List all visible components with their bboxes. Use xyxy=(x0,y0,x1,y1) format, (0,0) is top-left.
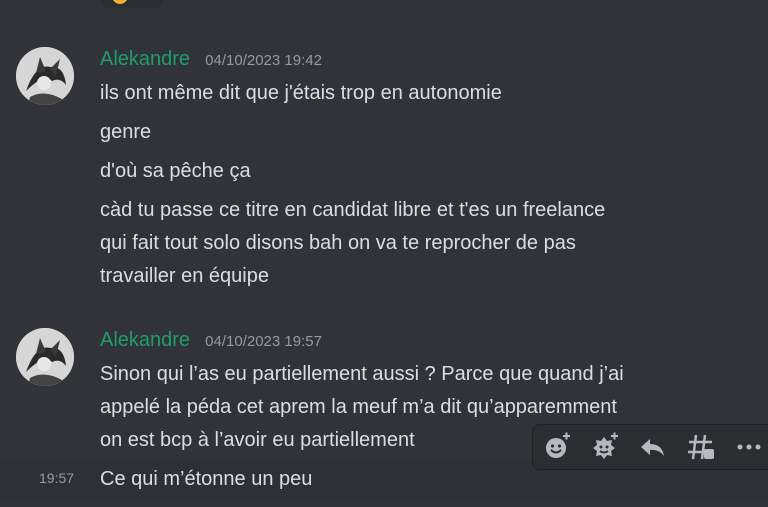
add-reaction-icon xyxy=(546,432,570,458)
emoji-icon xyxy=(112,0,128,4)
message-text: Sinon qui l’as eu partiellement aussi ? … xyxy=(100,363,624,385)
reply-icon xyxy=(641,439,664,456)
add-reaction-button[interactable] xyxy=(533,425,581,469)
avatar-image xyxy=(16,328,74,386)
message-text: d'où sa pêche ça xyxy=(100,160,251,182)
message-header: Alekandre 04/10/2023 19:42 xyxy=(100,48,322,71)
create-thread-button[interactable] xyxy=(677,425,725,469)
timestamp[interactable]: 04/10/2023 19:57 xyxy=(205,333,322,350)
message-actions-toolbar xyxy=(532,424,768,470)
message-text: càd tu passe ce titre en candidat libre … xyxy=(100,199,606,221)
more-options-icon xyxy=(737,444,761,450)
avatar-image xyxy=(16,47,74,105)
message-text: on est bcp à l’avoir eu partiellement xyxy=(100,429,415,451)
reaction-chip[interactable] xyxy=(100,0,164,8)
super-reaction-icon xyxy=(593,432,618,459)
chat-message-list: Alekandre 04/10/2023 19:42 ils ont même … xyxy=(0,0,768,507)
username[interactable]: Alekandre xyxy=(100,48,190,70)
reply-button[interactable] xyxy=(629,425,677,469)
avatar[interactable] xyxy=(16,328,74,386)
message-header: Alekandre 04/10/2023 19:57 xyxy=(100,329,322,352)
message-text: genre xyxy=(100,121,152,143)
message-text: qui fait tout solo disons bah on va te r… xyxy=(100,232,576,254)
message-text: appelé la péda cet aprem la meuf m’a dit… xyxy=(100,396,617,418)
timestamp[interactable]: 04/10/2023 19:42 xyxy=(205,52,322,69)
super-reaction-button[interactable] xyxy=(581,425,629,469)
hover-timestamp[interactable]: 19:57 xyxy=(39,470,74,486)
message-text: travailler en équipe xyxy=(100,265,269,287)
username[interactable]: Alekandre xyxy=(100,329,190,351)
more-options-button[interactable] xyxy=(725,425,768,469)
message-text: ils ont même dit que j'étais trop en aut… xyxy=(100,82,502,104)
avatar[interactable] xyxy=(16,47,74,105)
message-text: Ce qui m’étonne un peu xyxy=(100,468,313,490)
create-thread-icon xyxy=(688,434,714,460)
